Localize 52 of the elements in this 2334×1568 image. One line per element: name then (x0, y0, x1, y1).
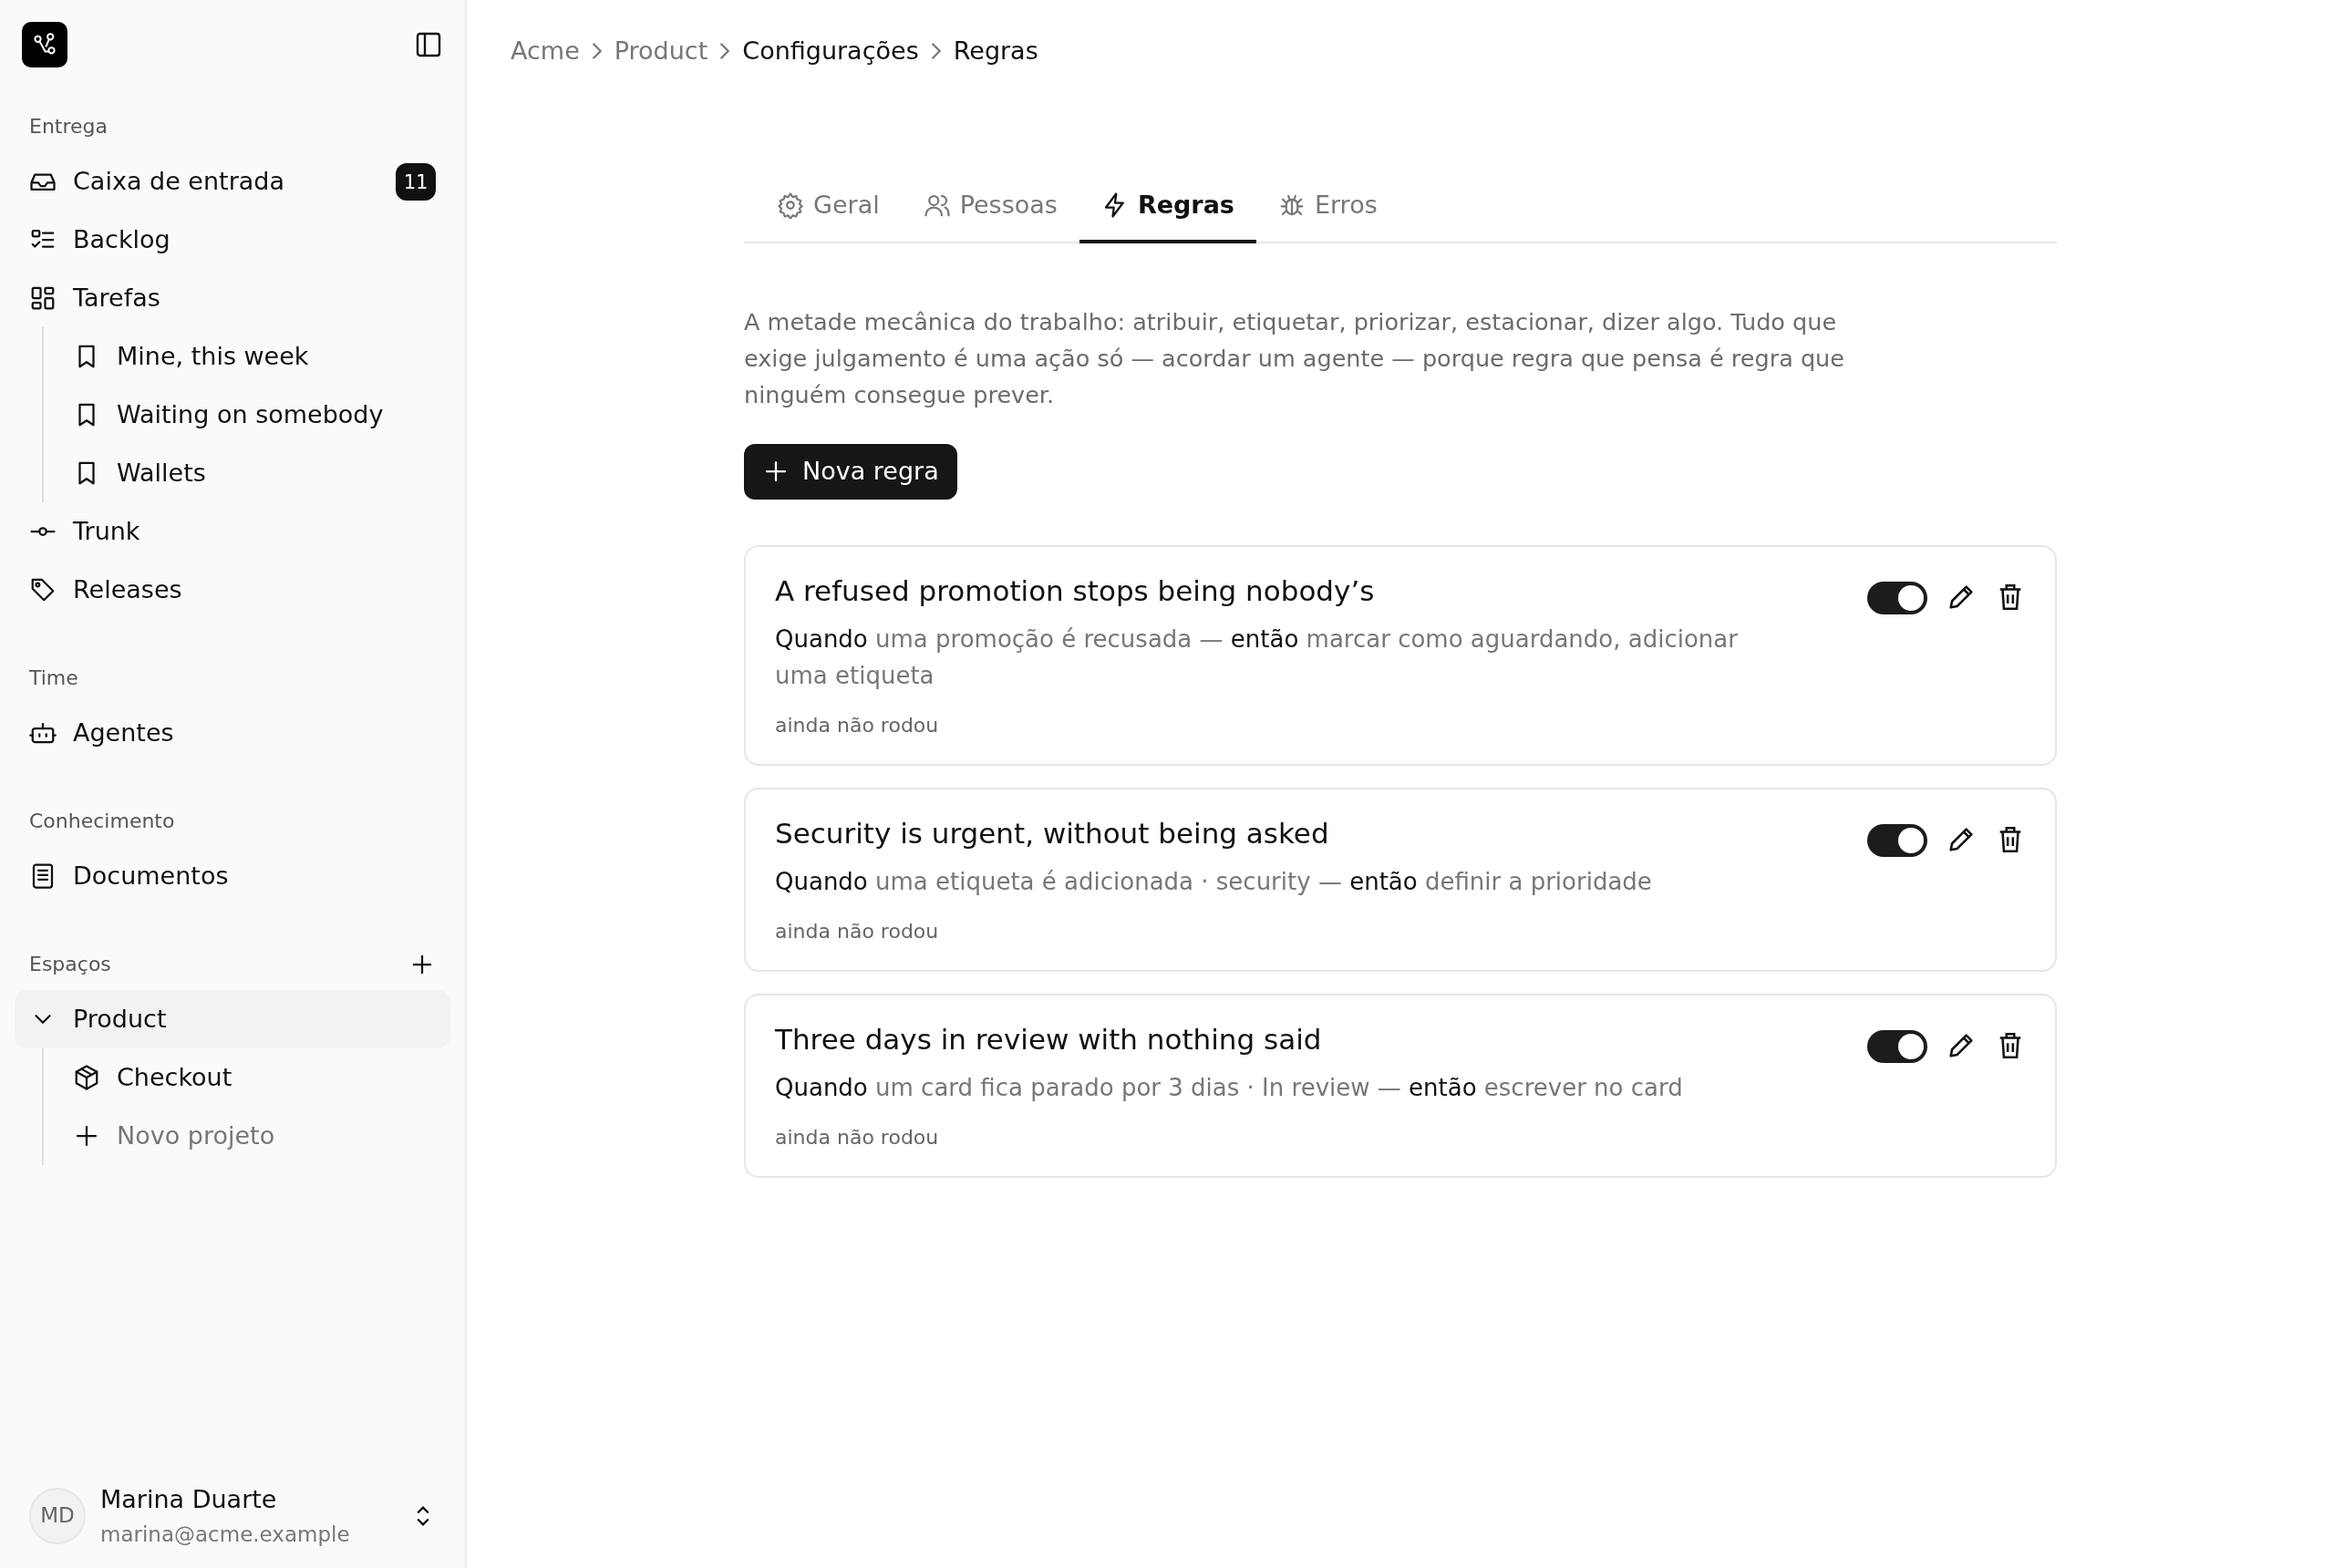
new-rule-button[interactable]: Nova regra (744, 444, 957, 500)
tab[interactable]: Erros (1255, 175, 1399, 243)
rule-status: ainda não rodou (775, 712, 940, 738)
user-name: Marina Duarte (100, 1484, 278, 1515)
breadcrumb-link[interactable]: Product (614, 33, 708, 70)
rule-description: Quando uma promoção é recusada — então marcar como aguardando, adicionar uma etiqueta (775, 624, 1739, 691)
chevron-right-icon (720, 43, 730, 60)
section-title: Espaços (29, 952, 111, 977)
section-title: Entrega (29, 114, 108, 139)
toggle-switch[interactable] (1867, 581, 1927, 614)
sidebar-item[interactable]: Agentes (15, 704, 450, 762)
toggle-switch[interactable] (1867, 1029, 1927, 1063)
user-email: marina@acme.example (100, 1521, 350, 1548)
sidebar-toggle-button[interactable] (414, 30, 443, 59)
sidebar-item[interactable]: Novo projeto (62, 1107, 450, 1165)
sidebar-item[interactable]: Caixa de entrada 11 (15, 152, 450, 211)
rule-status: ainda não rodou (775, 918, 940, 944)
toggle-switch[interactable] (1867, 823, 1927, 857)
breadcrumb-link[interactable]: Configurações (742, 33, 919, 70)
tab[interactable]: Pessoas (901, 175, 1079, 243)
sidebar-item[interactable]: Checkout (62, 1048, 450, 1107)
rule-description: Quando uma etiqueta é adicionada · security — então definir a prioridade (775, 866, 1652, 897)
section-title: Time (29, 665, 78, 691)
breadcrumb-link[interactable]: Regras (953, 33, 1038, 70)
rule-title: Security is urgent, without being asked (775, 816, 1330, 851)
tag-icon (29, 576, 57, 603)
avatar: MD (29, 1487, 86, 1544)
rule-title: Three days in review with nothing said (775, 1022, 1323, 1057)
count-badge: 11 (395, 162, 436, 201)
rule-status: ainda não rodou (775, 1125, 940, 1151)
chevron-right-icon (592, 43, 602, 60)
sidebar-item[interactable]: Trunk (15, 502, 450, 561)
tab[interactable]: Geral (755, 175, 902, 243)
sidebar-item[interactable]: Releases (15, 561, 450, 619)
chevron-right-icon (931, 43, 941, 60)
description-text: A metade mecânica do trabalho: atribuir, etiquetar, priorizar, estacionar, dizer algo. Tudo que exige julgamento é uma ação só — acordar um agente — porque regra que pensa é regra que ninguém consegue prever. (744, 307, 1845, 410)
tab[interactable]: Regras (1079, 175, 1256, 243)
sidebar-item[interactable]: Wallets (62, 444, 450, 502)
rule-description: Quando um card fica parado por 3 dias · In review — então escrever no card (775, 1073, 1683, 1104)
cube-icon (73, 1064, 100, 1091)
grid-icon (29, 284, 57, 312)
rule-title: A refused promotion stops being nobody’s (775, 573, 1376, 608)
sidebar-item[interactable]: Product (15, 990, 450, 1048)
sidebar-item[interactable]: Tarefas (15, 269, 450, 327)
settings-icon (777, 191, 804, 219)
breadcrumb-link[interactable]: Acme (511, 33, 580, 70)
sidebar-item[interactable]: Backlog (15, 211, 450, 269)
sidebar-item[interactable]: Waiting on somebody (62, 386, 450, 444)
section-title: Conhecimento (29, 809, 175, 834)
app-logo[interactable] (22, 22, 67, 67)
sidebar-item[interactable]: Documentos (15, 847, 450, 905)
sidebar-item[interactable]: Mine, this week (62, 327, 450, 386)
